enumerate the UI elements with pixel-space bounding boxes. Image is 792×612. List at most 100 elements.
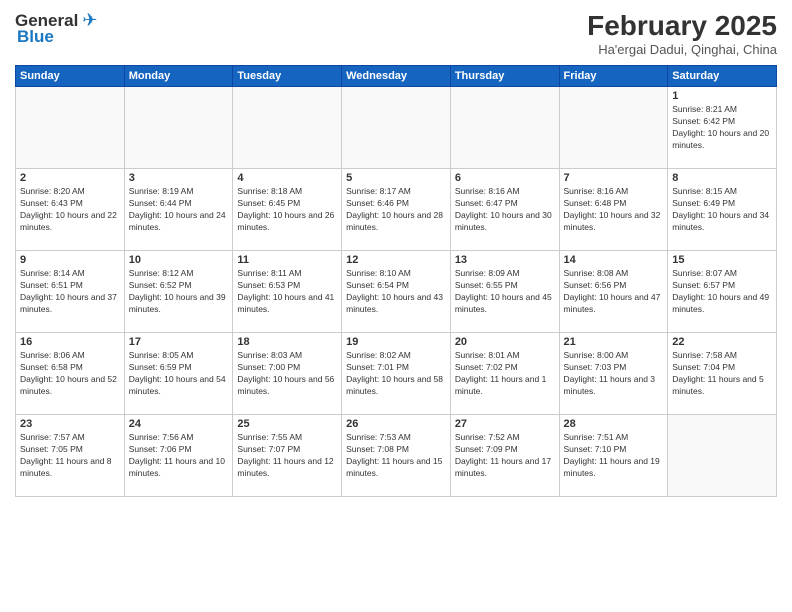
day-cell: 2Sunrise: 8:20 AM Sunset: 6:43 PM Daylig… (16, 169, 125, 251)
week-row-4: 23 Sunrise: 7:57 AM Sunset: 7:05 PM Dayli… (16, 415, 777, 497)
day-number: 25 (237, 418, 337, 430)
day-info: Sunrise: 8:07 AM Sunset: 6:57 PM Dayligh… (672, 268, 772, 316)
day-info: Sunrise: 7:55 AM Sunset: 7:07 PM Dayligh… (237, 432, 337, 480)
day-number: 26 (346, 418, 446, 430)
weekday-header-saturday: Saturday (668, 66, 777, 87)
day-number: 17 (129, 336, 229, 348)
day-info: Sunrise: 8:21 AM Sunset: 6:42 PM Dayligh… (672, 104, 772, 152)
day-info: Sunrise: 8:16 AM Sunset: 6:48 PM Dayligh… (564, 186, 664, 234)
weekday-header-monday: Monday (124, 66, 233, 87)
day-number: 24 (129, 418, 229, 430)
weekday-header-tuesday: Tuesday (233, 66, 342, 87)
day-number: 4 (237, 172, 337, 184)
day-info: Sunrise: 8:09 AM Sunset: 6:55 PM Dayligh… (455, 268, 555, 316)
day-info: Sunrise: 8:11 AM Sunset: 6:53 PM Dayligh… (237, 268, 337, 316)
day-cell: 15 Sunrise: 8:07 AM Sunset: 6:57 PM Dayli… (668, 251, 777, 333)
day-info: Sunrise: 7:56 AM Sunset: 7:06 PM Dayligh… (129, 432, 229, 480)
day-cell (233, 87, 342, 169)
day-cell (668, 415, 777, 497)
logo: General ✈ Blue (15, 10, 97, 47)
day-number: 8 (672, 172, 772, 184)
day-info: Sunrise: 7:57 AM Sunset: 7:05 PM Dayligh… (20, 432, 120, 480)
day-cell: 19 Sunrise: 8:02 AM Sunset: 7:01 PM Dayli… (342, 333, 451, 415)
day-number: 15 (672, 254, 772, 266)
day-cell: 14Sunrise: 8:08 AM Sunset: 6:56 PM Dayli… (559, 251, 668, 333)
day-info: Sunrise: 8:12 AM Sunset: 6:52 PM Dayligh… (129, 268, 229, 316)
page: General ✈ Blue February 2025 Ha'ergai Da… (0, 0, 792, 612)
day-cell: 20 Sunrise: 8:01 AM Sunset: 7:02 PM Dayli… (450, 333, 559, 415)
day-number: 5 (346, 172, 446, 184)
day-cell: 8Sunrise: 8:15 AM Sunset: 6:49 PM Daylig… (668, 169, 777, 251)
day-number: 3 (129, 172, 229, 184)
day-info: Sunrise: 7:51 AM Sunset: 7:10 PM Dayligh… (564, 432, 664, 480)
day-cell: 1 Sunrise: 8:21 AM Sunset: 6:42 PM Daylig… (668, 87, 777, 169)
title-block: February 2025 Ha'ergai Dadui, Qinghai, C… (587, 10, 777, 57)
day-info: Sunrise: 8:02 AM Sunset: 7:01 PM Dayligh… (346, 350, 446, 398)
day-cell: 11 Sunrise: 8:11 AM Sunset: 6:53 PM Dayli… (233, 251, 342, 333)
month-title: February 2025 (587, 10, 777, 42)
day-number: 14 (564, 254, 664, 266)
day-number: 28 (564, 418, 664, 430)
day-number: 27 (455, 418, 555, 430)
logo-blue-text: Blue (15, 27, 54, 47)
day-cell (559, 87, 668, 169)
day-cell: 5 Sunrise: 8:17 AM Sunset: 6:46 PM Daylig… (342, 169, 451, 251)
day-number: 9 (20, 254, 120, 266)
weekday-header-sunday: Sunday (16, 66, 125, 87)
day-info: Sunrise: 8:16 AM Sunset: 6:47 PM Dayligh… (455, 186, 555, 234)
day-cell: 21Sunrise: 8:00 AM Sunset: 7:03 PM Dayli… (559, 333, 668, 415)
day-cell: 22 Sunrise: 7:58 AM Sunset: 7:04 PM Dayli… (668, 333, 777, 415)
day-info: Sunrise: 7:53 AM Sunset: 7:08 PM Dayligh… (346, 432, 446, 480)
day-cell: 10 Sunrise: 8:12 AM Sunset: 6:52 PM Dayli… (124, 251, 233, 333)
day-number: 22 (672, 336, 772, 348)
day-cell (450, 87, 559, 169)
day-info: Sunrise: 8:06 AM Sunset: 6:58 PM Dayligh… (20, 350, 120, 398)
day-info: Sunrise: 8:03 AM Sunset: 7:00 PM Dayligh… (237, 350, 337, 398)
day-cell: 26 Sunrise: 7:53 AM Sunset: 7:08 PM Dayli… (342, 415, 451, 497)
day-cell: 18 Sunrise: 8:03 AM Sunset: 7:00 PM Dayli… (233, 333, 342, 415)
day-cell: 9 Sunrise: 8:14 AM Sunset: 6:51 PM Daylig… (16, 251, 125, 333)
day-cell: 17 Sunrise: 8:05 AM Sunset: 6:59 PM Dayli… (124, 333, 233, 415)
week-row-3: 16Sunrise: 8:06 AM Sunset: 6:58 PM Dayli… (16, 333, 777, 415)
day-number: 11 (237, 254, 337, 266)
day-cell: 3Sunrise: 8:19 AM Sunset: 6:44 PM Daylig… (124, 169, 233, 251)
day-number: 6 (455, 172, 555, 184)
day-number: 12 (346, 254, 446, 266)
day-number: 19 (346, 336, 446, 348)
day-cell: 16Sunrise: 8:06 AM Sunset: 6:58 PM Dayli… (16, 333, 125, 415)
day-number: 20 (455, 336, 555, 348)
calendar: SundayMondayTuesdayWednesdayThursdayFrid… (15, 65, 777, 497)
day-info: Sunrise: 8:05 AM Sunset: 6:59 PM Dayligh… (129, 350, 229, 398)
location: Ha'ergai Dadui, Qinghai, China (587, 42, 777, 57)
day-info: Sunrise: 8:10 AM Sunset: 6:54 PM Dayligh… (346, 268, 446, 316)
day-number: 23 (20, 418, 120, 430)
day-number: 2 (20, 172, 120, 184)
header: General ✈ Blue February 2025 Ha'ergai Da… (15, 10, 777, 57)
day-number: 18 (237, 336, 337, 348)
day-info: Sunrise: 7:58 AM Sunset: 7:04 PM Dayligh… (672, 350, 772, 398)
weekday-header-row: SundayMondayTuesdayWednesdayThursdayFrid… (16, 66, 777, 87)
day-cell: 4Sunrise: 8:18 AM Sunset: 6:45 PM Daylig… (233, 169, 342, 251)
day-cell: 27Sunrise: 7:52 AM Sunset: 7:09 PM Dayli… (450, 415, 559, 497)
day-cell: 25 Sunrise: 7:55 AM Sunset: 7:07 PM Dayli… (233, 415, 342, 497)
day-cell (16, 87, 125, 169)
weekday-header-friday: Friday (559, 66, 668, 87)
day-number: 7 (564, 172, 664, 184)
day-number: 1 (672, 90, 772, 102)
day-cell (342, 87, 451, 169)
day-number: 10 (129, 254, 229, 266)
weekday-header-wednesday: Wednesday (342, 66, 451, 87)
day-cell: 28 Sunrise: 7:51 AM Sunset: 7:10 PM Dayli… (559, 415, 668, 497)
week-row-1: 2Sunrise: 8:20 AM Sunset: 6:43 PM Daylig… (16, 169, 777, 251)
day-cell: 7 Sunrise: 8:16 AM Sunset: 6:48 PM Daylig… (559, 169, 668, 251)
day-info: Sunrise: 8:17 AM Sunset: 6:46 PM Dayligh… (346, 186, 446, 234)
day-cell: 23 Sunrise: 7:57 AM Sunset: 7:05 PM Dayli… (16, 415, 125, 497)
day-cell: 6 Sunrise: 8:16 AM Sunset: 6:47 PM Daylig… (450, 169, 559, 251)
day-cell: 12 Sunrise: 8:10 AM Sunset: 6:54 PM Dayli… (342, 251, 451, 333)
day-info: Sunrise: 8:14 AM Sunset: 6:51 PM Dayligh… (20, 268, 120, 316)
logo-bird-icon: ✈ (82, 10, 97, 31)
day-number: 21 (564, 336, 664, 348)
day-number: 13 (455, 254, 555, 266)
week-row-0: 1 Sunrise: 8:21 AM Sunset: 6:42 PM Daylig… (16, 87, 777, 169)
day-info: Sunrise: 8:01 AM Sunset: 7:02 PM Dayligh… (455, 350, 555, 398)
